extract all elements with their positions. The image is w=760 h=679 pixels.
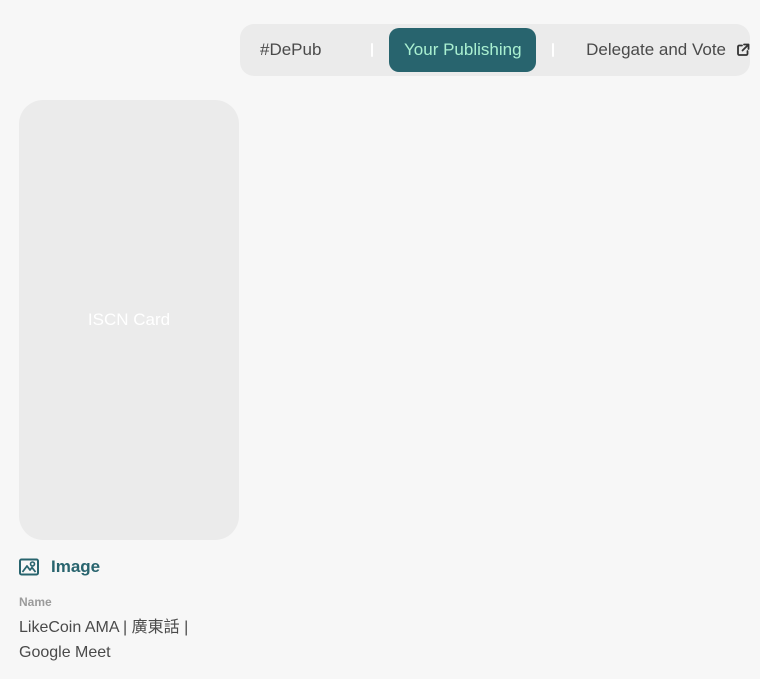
record-type-label: Image bbox=[51, 557, 101, 576]
name-field-value: LikeCoin AMA | 廣東話 | Google Meet bbox=[19, 619, 189, 661]
page: #DePub Your Publishing Delegate and Vote… bbox=[0, 0, 760, 679]
name-field-label: Name bbox=[19, 595, 52, 609]
nav-delegate-vote-label: Delegate and Vote bbox=[586, 40, 727, 59]
top-nav: #DePub Your Publishing Delegate and Vote bbox=[240, 24, 750, 76]
external-link-icon bbox=[737, 43, 750, 56]
nav-your-publishing-tab[interactable]: Your Publishing bbox=[389, 28, 537, 72]
iscn-card-placeholder[interactable]: ISCN Card bbox=[19, 100, 239, 540]
nav-depub-label: #DePub bbox=[260, 40, 322, 59]
nav-depub-link[interactable]: #DePub bbox=[260, 28, 321, 72]
image-icon bbox=[19, 558, 39, 576]
nav-separator bbox=[552, 43, 555, 57]
iscn-card-label: ISCN Card bbox=[87, 309, 171, 329]
nav-your-publishing-label: Your Publishing bbox=[404, 40, 522, 59]
record-type: Image bbox=[19, 556, 100, 578]
nav-separator bbox=[371, 43, 374, 57]
nav-delegate-vote-link[interactable]: Delegate and Vote bbox=[586, 28, 750, 72]
